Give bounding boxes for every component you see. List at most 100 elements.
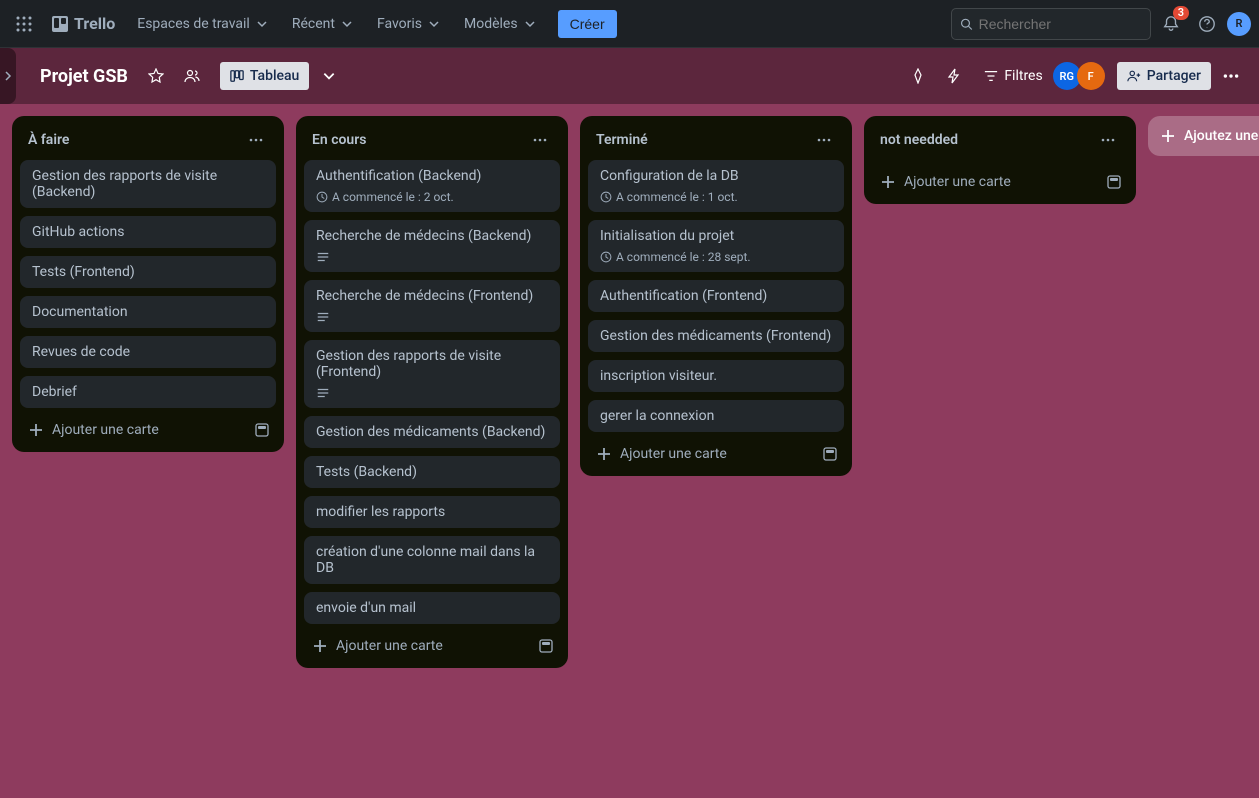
help-icon: [1198, 15, 1216, 33]
card[interactable]: Authentification (Frontend): [588, 280, 844, 312]
card-title: Initialisation du projet: [600, 228, 832, 244]
card-title: Revues de code: [32, 344, 264, 360]
search-box[interactable]: [951, 8, 1151, 40]
card-title: Gestion des médicaments (Backend): [316, 424, 548, 440]
list-title[interactable]: Terminé: [596, 132, 648, 148]
card[interactable]: Debrief: [20, 376, 276, 408]
member-avatar[interactable]: F: [1077, 62, 1105, 90]
card[interactable]: modifier les rapports: [304, 496, 560, 528]
dots-icon: [532, 132, 548, 148]
chevron-down-icon: [428, 18, 440, 30]
add-card-button[interactable]: Ajouter une carte: [872, 168, 1092, 196]
list-menu-button[interactable]: [528, 128, 552, 152]
apps-menu-button[interactable]: [8, 8, 40, 40]
chevron-down-icon: [256, 18, 268, 30]
list-header: Terminé: [588, 124, 844, 160]
account-avatar[interactable]: R: [1227, 12, 1251, 36]
help-button[interactable]: [1191, 8, 1223, 40]
trello-logo[interactable]: Trello: [44, 14, 123, 33]
card-title: envoie d'un mail: [316, 600, 548, 616]
list-title[interactable]: En cours: [312, 132, 366, 148]
list-menu-button[interactable]: [1096, 128, 1120, 152]
card[interactable]: gerer la connexion: [588, 400, 844, 432]
card[interactable]: Revues de code: [20, 336, 276, 368]
star-board-button[interactable]: [140, 60, 172, 92]
search-input[interactable]: [979, 16, 1142, 32]
card[interactable]: envoie d'un mail: [304, 592, 560, 624]
board-canvas[interactable]: À faire Gestion des rapports de visite (…: [0, 104, 1259, 798]
card-title: GitHub actions: [32, 224, 264, 240]
card[interactable]: Authentification (Backend)A commencé le …: [304, 160, 560, 212]
description-icon: [316, 310, 330, 324]
nav-recent[interactable]: Récent: [282, 10, 363, 38]
card[interactable]: Initialisation du projetA commencé le : …: [588, 220, 844, 272]
view-chevron-button[interactable]: [313, 60, 345, 92]
list: not needded Ajouter une carte: [864, 116, 1136, 204]
list: Terminé Configuration de la DBA commencé…: [580, 116, 852, 476]
add-card-button[interactable]: Ajouter une carte: [588, 440, 808, 468]
card-title: Gestion des rapports de visite (Backend): [32, 168, 264, 200]
card[interactable]: Documentation: [20, 296, 276, 328]
list-cards: Authentification (Backend)A commencé le …: [304, 160, 560, 624]
rocket-button[interactable]: [902, 60, 934, 92]
plus-icon: [28, 422, 44, 438]
template-icon: [822, 446, 838, 462]
card-template-button[interactable]: [1100, 168, 1128, 196]
list: À faire Gestion des rapports de visite (…: [12, 116, 284, 452]
card[interactable]: Recherche de médecins (Backend): [304, 220, 560, 272]
card[interactable]: GitHub actions: [20, 216, 276, 248]
dots-icon: [248, 132, 264, 148]
card[interactable]: Gestion des médicaments (Backend): [304, 416, 560, 448]
card-title: Recherche de médecins (Backend): [316, 228, 548, 244]
automation-button[interactable]: [938, 60, 970, 92]
share-button[interactable]: Partager: [1117, 62, 1211, 90]
card-template-button[interactable]: [532, 632, 560, 660]
card[interactable]: Tests (Frontend): [20, 256, 276, 288]
card-title: Authentification (Frontend): [600, 288, 832, 304]
list-menu-button[interactable]: [244, 128, 268, 152]
visibility-button[interactable]: [176, 60, 208, 92]
nav-templates[interactable]: Modèles: [454, 10, 546, 38]
nav-workspaces[interactable]: Espaces de travail: [127, 10, 278, 38]
star-icon: [148, 68, 164, 84]
logo-text: Trello: [74, 14, 115, 33]
card[interactable]: Tests (Backend): [304, 456, 560, 488]
trello-logo-icon: [52, 16, 68, 32]
card[interactable]: Gestion des médicaments (Frontend): [588, 320, 844, 352]
card-title: Gestion des rapports de visite (Frontend…: [316, 348, 548, 380]
card[interactable]: Recherche de médecins (Frontend): [304, 280, 560, 332]
add-card-button[interactable]: Ajouter une carte: [304, 632, 524, 660]
add-card-button[interactable]: Ajouter une carte: [20, 416, 240, 444]
card[interactable]: inscription visiteur.: [588, 360, 844, 392]
filters-button[interactable]: Filtres: [974, 62, 1052, 90]
list-cards: Gestion des rapports de visite (Backend)…: [20, 160, 276, 408]
card[interactable]: Gestion des rapports de visite (Frontend…: [304, 340, 560, 408]
plus-icon: [596, 446, 612, 462]
card[interactable]: Gestion des rapports de visite (Backend): [20, 160, 276, 208]
filter-icon: [984, 69, 998, 83]
board-menu-button[interactable]: [1215, 60, 1247, 92]
card-description-badge: [316, 310, 548, 324]
apps-grid-icon: [16, 16, 32, 32]
board-title[interactable]: Projet GSB: [32, 66, 136, 87]
list-title[interactable]: À faire: [28, 132, 69, 148]
description-icon: [316, 250, 330, 264]
board-members[interactable]: RGF: [1057, 62, 1105, 90]
notifications-button[interactable]: 3: [1155, 8, 1187, 40]
sidebar-expand-button[interactable]: [0, 48, 16, 104]
add-list-button[interactable]: Ajoutez une autre liste: [1148, 116, 1259, 156]
card-template-button[interactable]: [248, 416, 276, 444]
clock-icon: [600, 251, 612, 263]
list-header: En cours: [304, 124, 560, 160]
board-icon: [230, 69, 244, 83]
card-template-button[interactable]: [816, 440, 844, 468]
nav-starred[interactable]: Favoris: [367, 10, 450, 38]
list-title[interactable]: not needded: [880, 132, 958, 148]
list-cards: Configuration de la DBA commencé le : 1 …: [588, 160, 844, 432]
card[interactable]: Configuration de la DBA commencé le : 1 …: [588, 160, 844, 212]
card[interactable]: création d'une colonne mail dans la DB: [304, 536, 560, 584]
chevron-down-icon: [524, 18, 536, 30]
create-button[interactable]: Créer: [558, 10, 617, 38]
view-switch-button[interactable]: Tableau: [220, 62, 309, 90]
list-menu-button[interactable]: [812, 128, 836, 152]
